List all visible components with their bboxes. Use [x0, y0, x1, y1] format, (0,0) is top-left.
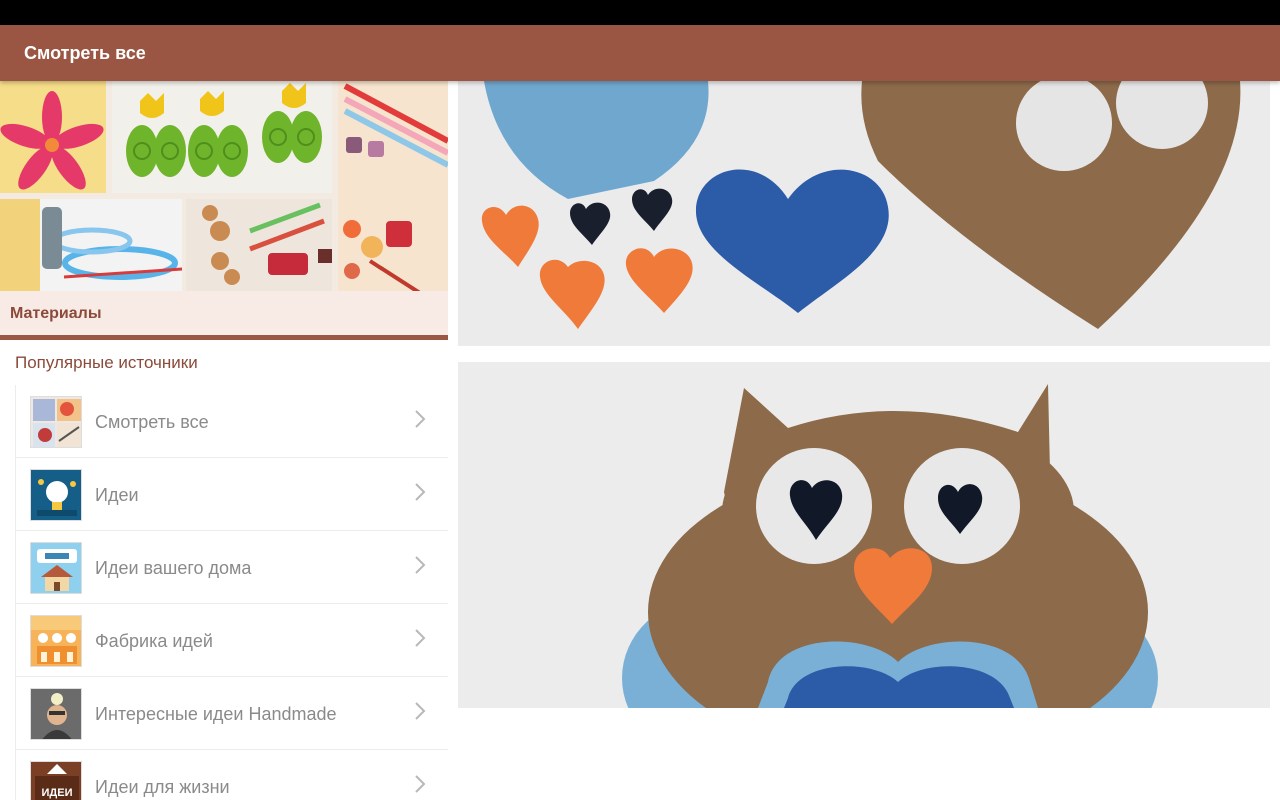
- source-item-home-ideas[interactable]: Идеи вашего дома: [15, 531, 448, 604]
- category-bar[interactable]: Материалы: [0, 291, 448, 340]
- chevron-right-icon: [415, 702, 426, 720]
- source-label: Идеи: [95, 485, 139, 505]
- materials-collage-image[interactable]: [0, 81, 448, 291]
- content-panel: [458, 81, 1270, 800]
- lightbulb-thumb-icon: [30, 469, 82, 521]
- section-title: Популярные источники: [15, 353, 198, 372]
- chevron-right-icon: [415, 556, 426, 574]
- source-item-ideas[interactable]: Идеи: [15, 458, 448, 531]
- left-panel: Материалы Популярные источники Смотреть …: [0, 81, 448, 800]
- chevron-right-icon: [415, 410, 426, 428]
- svg-text:ИДЕИ: ИДЕИ: [42, 787, 73, 799]
- paper-hearts-image[interactable]: [458, 81, 1270, 346]
- chevron-right-icon: [415, 629, 426, 647]
- person-thumb-icon: [30, 688, 82, 740]
- house-thumb-icon: [30, 542, 82, 594]
- source-label: Смотреть все: [95, 412, 209, 432]
- chevron-right-icon: [415, 483, 426, 501]
- app-bar: Смотреть все: [0, 25, 1280, 81]
- paper-owl-image[interactable]: [458, 362, 1270, 708]
- source-item-idea-factory[interactable]: Фабрика идей: [15, 604, 448, 677]
- source-item-view-all[interactable]: Смотреть все: [15, 385, 448, 458]
- source-item-handmade-ideas[interactable]: Интересные идеи Handmade: [15, 677, 448, 750]
- collage-thumb-icon: [30, 396, 82, 448]
- factory-thumb-icon: [30, 615, 82, 667]
- chevron-right-icon: [415, 775, 426, 793]
- source-label: Интересные идеи Handmade: [95, 704, 337, 724]
- status-bar: [0, 0, 1280, 25]
- source-item-life-ideas[interactable]: ИДЕИ Идеи для жизни: [15, 750, 448, 800]
- source-label: Идеи вашего дома: [95, 558, 252, 578]
- category-label: Материалы: [10, 305, 102, 322]
- app-bar-title[interactable]: Смотреть все: [24, 43, 146, 64]
- sign-thumb-icon: ИДЕИ: [30, 761, 82, 800]
- sources-list: Смотреть все Идеи Идеи вашего дома Фабри…: [15, 385, 448, 800]
- source-label: Идеи для жизни: [95, 777, 230, 797]
- source-label: Фабрика идей: [95, 631, 213, 651]
